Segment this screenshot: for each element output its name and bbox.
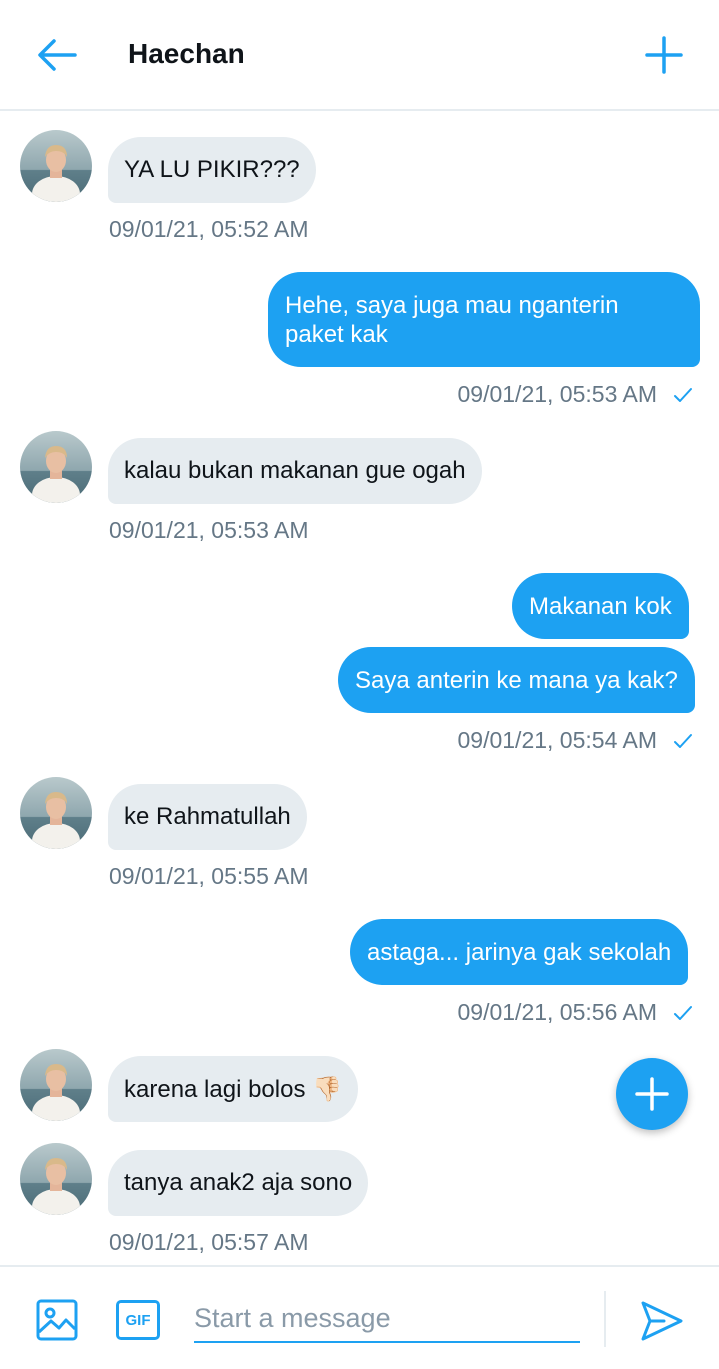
compose-fab-button[interactable] — [616, 1058, 688, 1130]
plus-icon — [645, 36, 683, 74]
message-text: Makanan kok — [529, 592, 672, 620]
outgoing-message-bubble[interactable]: Saya anterin ke mana ya kak? — [338, 647, 695, 713]
timestamp-text: 09/01/21, 05:53 AM — [457, 381, 658, 407]
incoming-message-bubble[interactable]: YA LU PIKIR??? — [108, 137, 316, 203]
conversation-header: Haechan — [0, 0, 719, 111]
composer-divider — [604, 1291, 606, 1347]
gif-button[interactable]: GIF — [116, 1300, 160, 1340]
message-composer: GIF — [0, 1265, 719, 1369]
message-text: ke Rahmatullah — [124, 803, 291, 830]
image-icon — [36, 1299, 78, 1341]
outgoing-message-bubble[interactable]: Makanan kok — [512, 573, 689, 639]
message-timestamp: 09/01/21, 05:54 AM — [458, 727, 694, 754]
add-photo-button[interactable] — [36, 1299, 78, 1341]
incoming-message-bubble[interactable]: tanya anak2 aja sono — [108, 1150, 369, 1216]
send-icon — [641, 1301, 683, 1341]
message-text: YA LU PIKIR??? — [124, 156, 300, 183]
message-timestamp: 09/01/21, 05:53 AM — [458, 381, 694, 408]
message-text: kalau bukan makanan gue ogah — [124, 457, 466, 484]
message-timestamp: 09/01/21, 05:55 AM — [109, 863, 309, 889]
add-button[interactable] — [639, 30, 689, 80]
message-timestamp: 09/01/21, 05:56 AM — [458, 999, 694, 1026]
message-text: tanya anak2 aja sono — [124, 1169, 353, 1196]
message-timestamp: 09/01/21, 05:57 AM — [109, 1229, 309, 1255]
plus-icon — [635, 1077, 669, 1111]
conversation-title[interactable]: Haechan — [128, 38, 245, 70]
check-icon — [674, 1005, 692, 1020]
back-button[interactable] — [32, 30, 82, 80]
avatar[interactable] — [20, 130, 92, 202]
check-icon — [674, 387, 692, 402]
timestamp-text: 09/01/21, 05:54 AM — [457, 727, 658, 753]
outgoing-message-bubble[interactable]: Hehe, saya juga mau nganterin paket kak — [268, 272, 700, 367]
incoming-message-bubble[interactable]: kalau bukan makanan gue ogah — [108, 438, 482, 504]
message-text: Saya anterin ke mana ya kak? — [355, 666, 678, 694]
avatar[interactable] — [20, 777, 92, 849]
gif-icon: GIF — [125, 1311, 151, 1329]
message-text: Hehe, saya juga mau nganterin paket kak — [285, 291, 619, 348]
check-icon — [674, 733, 692, 748]
message-text: astaga... jarinya gak sekolah — [367, 938, 672, 966]
avatar[interactable] — [20, 1049, 92, 1121]
send-button[interactable] — [640, 1299, 684, 1343]
timestamp-text: 09/01/21, 05:56 AM — [457, 999, 658, 1025]
message-timestamp: 09/01/21, 05:53 AM — [109, 517, 309, 543]
avatar[interactable] — [20, 1143, 92, 1215]
incoming-message-bubble[interactable]: ke Rahmatullah — [108, 784, 307, 850]
message-input[interactable] — [194, 1295, 580, 1343]
back-arrow-icon — [38, 39, 77, 71]
incoming-message-bubble[interactable]: karena lagi bolos 👎🏻 — [108, 1056, 359, 1122]
outgoing-message-bubble[interactable]: astaga... jarinya gak sekolah — [350, 919, 689, 985]
avatar[interactable] — [20, 431, 92, 503]
message-text: karena lagi bolos 👎🏻 — [124, 1075, 343, 1103]
message-timestamp: 09/01/21, 05:52 AM — [109, 216, 309, 242]
